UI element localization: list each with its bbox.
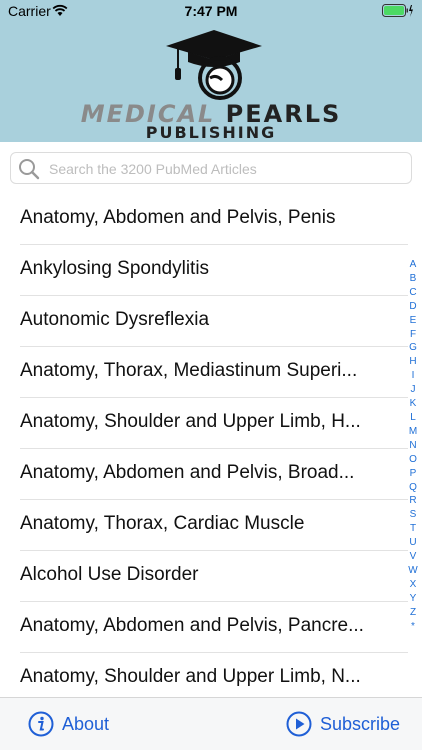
index-letter[interactable]: Q: [404, 481, 422, 495]
about-label: About: [62, 713, 110, 734]
index-letter[interactable]: B: [404, 272, 422, 286]
bottom-toolbar: About Subscribe: [0, 697, 422, 750]
index-letter[interactable]: W: [404, 564, 422, 578]
about-button[interactable]: About: [28, 710, 109, 738]
list-item[interactable]: Ankylosing Spondylitis: [0, 245, 422, 296]
index-letter[interactable]: M: [404, 425, 422, 439]
index-letter[interactable]: V: [404, 550, 422, 564]
article-list[interactable]: Anatomy, Abdomen and Pelvis, Penis Ankyl…: [0, 194, 422, 697]
index-letter[interactable]: T: [404, 522, 422, 536]
section-index[interactable]: A B C D E F G H I J K L M N O P Q R S T U V W X Y Z *: [404, 258, 422, 633]
index-letter[interactable]: S: [404, 508, 422, 522]
article-title: Anatomy, Abdomen and Pelvis, Pancre...: [20, 615, 364, 636]
article-title: Alcohol Use Disorder: [20, 564, 199, 585]
list-item[interactable]: Alcohol Use Disorder: [0, 551, 422, 602]
index-letter[interactable]: J: [404, 383, 422, 397]
list-item[interactable]: Anatomy, Thorax, Mediastinum Superi...: [0, 347, 422, 398]
list-item[interactable]: Autonomic Dysreflexia: [0, 296, 422, 347]
battery-icon: [382, 4, 414, 23]
index-letter[interactable]: F: [404, 328, 422, 342]
subscribe-button[interactable]: Subscribe: [286, 710, 400, 738]
app-header-logo: MEDICAL PEARLS PUBLISHING: [0, 22, 422, 142]
article-title: Anatomy, Thorax, Mediastinum Superi...: [20, 360, 358, 381]
index-letter[interactable]: K: [404, 397, 422, 411]
graduation-cap-pearl-icon: [164, 28, 264, 107]
logo-word-publishing: PUBLISHING: [145, 123, 277, 142]
index-letter[interactable]: I: [404, 369, 422, 383]
list-item[interactable]: Anatomy, Shoulder and Upper Limb, N...: [0, 653, 422, 697]
index-letter[interactable]: Z: [404, 606, 422, 620]
index-letter[interactable]: X: [404, 578, 422, 592]
play-circle-icon: [286, 711, 312, 737]
index-letter[interactable]: E: [404, 314, 422, 328]
status-bar: Carrier 7:47 PM: [0, 0, 422, 22]
list-item[interactable]: Anatomy, Abdomen and Pelvis, Broad...: [0, 449, 422, 500]
article-title: Anatomy, Abdomen and Pelvis, Penis: [20, 207, 336, 228]
index-letter[interactable]: N: [404, 439, 422, 453]
index-letter[interactable]: H: [404, 355, 422, 369]
index-letter[interactable]: O: [404, 453, 422, 467]
magnifier-icon: [17, 157, 41, 186]
index-letter[interactable]: U: [404, 536, 422, 550]
index-letter[interactable]: P: [404, 467, 422, 481]
article-title: Anatomy, Thorax, Cardiac Muscle: [20, 513, 305, 534]
list-item[interactable]: Anatomy, Abdomen and Pelvis, Pancre...: [0, 602, 422, 653]
index-letter[interactable]: A: [404, 258, 422, 272]
index-letter[interactable]: C: [404, 286, 422, 300]
search-input[interactable]: [47, 156, 411, 182]
index-letter[interactable]: D: [404, 300, 422, 314]
article-title: Anatomy, Shoulder and Upper Limb, H...: [20, 411, 361, 432]
list-item[interactable]: Anatomy, Abdomen and Pelvis, Penis: [0, 194, 422, 245]
info-circle-icon: [28, 711, 54, 737]
article-title: Autonomic Dysreflexia: [20, 309, 210, 330]
index-letter[interactable]: Y: [404, 592, 422, 606]
index-letter[interactable]: L: [404, 411, 422, 425]
article-title: Anatomy, Abdomen and Pelvis, Broad...: [20, 462, 355, 483]
search-bar[interactable]: [10, 152, 412, 184]
list-item[interactable]: Anatomy, Thorax, Cardiac Muscle: [0, 500, 422, 551]
index-letter[interactable]: G: [404, 341, 422, 355]
clock: 7:47 PM: [184, 3, 238, 19]
list-item[interactable]: Anatomy, Shoulder and Upper Limb, H...: [0, 398, 422, 449]
index-letter[interactable]: R: [404, 494, 422, 508]
index-letter[interactable]: *: [404, 620, 422, 634]
article-title: Ankylosing Spondylitis: [20, 258, 210, 279]
article-title: Anatomy, Shoulder and Upper Limb, N...: [20, 666, 361, 687]
subscribe-label: Subscribe: [320, 713, 401, 734]
